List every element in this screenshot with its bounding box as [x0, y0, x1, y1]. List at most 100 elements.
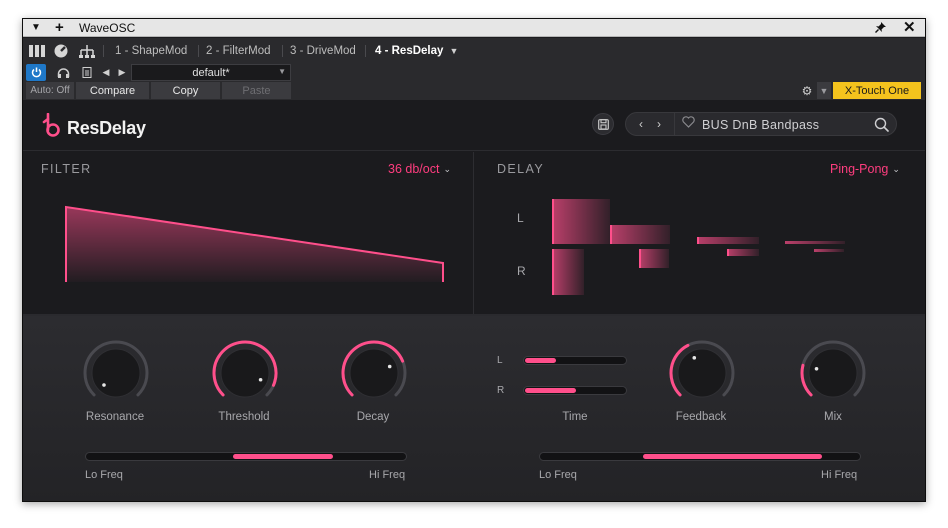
delay-tap	[639, 249, 669, 268]
tab-drivemod[interactable]: 3 - DriveMod	[282, 41, 364, 61]
mix-knob[interactable]	[800, 340, 866, 398]
delay-tap	[610, 225, 670, 244]
menu-chevron-icon[interactable]: ▼	[31, 20, 41, 36]
automation-toggle[interactable]: Auto: Off	[26, 82, 74, 99]
delay-freq-range-fill[interactable]	[642, 454, 822, 459]
delay-tap	[814, 249, 844, 252]
time-right-fill	[525, 388, 576, 393]
threshold-knob[interactable]	[212, 340, 278, 398]
knob-indicator	[387, 364, 392, 369]
delay-tap	[727, 249, 759, 256]
delay-tap	[785, 241, 845, 244]
close-icon[interactable]: ✕	[903, 20, 916, 36]
time-left-fill	[525, 358, 556, 363]
tab-filtermod[interactable]: 2 - FilterMod	[198, 41, 279, 61]
next-arrow-icon[interactable]: ▶	[115, 64, 129, 81]
section-divider	[473, 152, 474, 314]
delay-lo-freq-label: Lo Freq	[539, 469, 577, 481]
time-left-slider[interactable]	[523, 356, 627, 365]
prev-arrow-icon[interactable]: ◀	[99, 64, 113, 81]
knob-body	[808, 348, 858, 398]
search-icon[interactable]	[873, 116, 891, 134]
plugin-preset-name[interactable]: BUS DnB Bandpass	[702, 118, 819, 132]
tab-divider	[103, 45, 104, 57]
dial-icon[interactable]	[50, 41, 72, 61]
delay-tap-edge	[552, 199, 554, 244]
delay-tap-edge	[610, 225, 612, 244]
controller-badge[interactable]: X-Touch One	[833, 82, 921, 99]
mix-label: Mix	[824, 411, 842, 423]
threshold-label: Threshold	[218, 411, 270, 423]
feedback-knob[interactable]	[669, 340, 735, 398]
plus-icon[interactable]: +	[55, 20, 64, 36]
plugin-tab-row: 1 - ShapeMod 2 - FilterMod 3 - DriveMod …	[23, 38, 925, 64]
meter-icon[interactable]	[26, 41, 48, 61]
gear-icon[interactable]: ⚙	[799, 82, 815, 99]
prev-preset-icon[interactable]: ‹	[634, 116, 648, 132]
plugin-body: ResDelay ‹ › BUS DnB Bandpass FILTER 36 …	[23, 100, 925, 501]
delay-tap-display	[552, 199, 845, 295]
brand-logo-icon	[42, 113, 60, 137]
routing-icon[interactable]	[76, 41, 98, 61]
compare-row: Auto: Off Compare Copy Paste ⚙ ▼ X-Touch…	[23, 82, 925, 100]
browser-divider	[674, 113, 675, 135]
knob-body	[220, 348, 270, 398]
heart-icon[interactable]	[682, 116, 695, 128]
resonance-label: Resonance	[85, 411, 145, 423]
delay-tap-edge	[697, 237, 699, 244]
filter-curve-fill	[66, 207, 443, 282]
plugin-name: ResDelay	[67, 118, 146, 138]
delay-tap-edge	[552, 249, 554, 295]
time-right-label: R	[497, 385, 505, 396]
feedback-label: Feedback	[675, 411, 727, 423]
headphone-icon[interactable]	[50, 64, 76, 81]
tab-overflow-chevron-icon[interactable]: ▼	[443, 41, 465, 61]
delay-taps-right	[552, 249, 844, 295]
resonance-knob[interactable]	[83, 340, 149, 398]
next-preset-icon[interactable]: ›	[652, 116, 666, 132]
delay-tap	[552, 249, 584, 295]
knob-body	[349, 348, 399, 398]
tab-divider	[365, 45, 366, 57]
preset-browser: ‹ › BUS DnB Bandpass	[625, 112, 897, 136]
knob-indicator	[102, 383, 106, 387]
settings-chevron-icon[interactable]: ▼	[817, 82, 831, 99]
time-label: Time	[562, 411, 588, 423]
preset-file-icon[interactable]	[79, 64, 95, 81]
delay-tap-edge	[727, 249, 729, 256]
knob-layer	[83, 340, 866, 398]
knob-indicator	[692, 356, 697, 360]
delay-tap	[697, 237, 759, 244]
pin-icon[interactable]	[875, 20, 888, 38]
power-icon[interactable]	[26, 64, 46, 81]
delay-taps-left	[552, 199, 845, 244]
compare-button[interactable]: Compare	[76, 82, 150, 99]
plugin-window: ▼ + WaveOSC ✕ 1 - ShapeMod 2 - FilterMod…	[22, 18, 926, 502]
plugin-header: ResDelay ‹ › BUS DnB Bandpass	[23, 100, 925, 151]
delay-hi-freq-label: Hi Freq	[821, 469, 858, 481]
time-left-label: L	[497, 355, 503, 366]
knob-indicator	[258, 377, 263, 382]
delay-tap	[552, 199, 610, 244]
tab-shapemod[interactable]: 1 - ShapeMod	[107, 41, 195, 61]
preset-row: ◀ ▶ default* ▼	[23, 64, 925, 82]
delay-freq-range-slider[interactable]	[539, 452, 861, 461]
time-right-slider[interactable]	[523, 386, 627, 395]
filter-freq-range-fill[interactable]	[233, 454, 334, 459]
knob-indicator	[814, 366, 819, 371]
paste-button[interactable]: Paste	[222, 82, 292, 99]
delay-tap-edge	[639, 249, 641, 268]
decay-label: Decay	[356, 411, 390, 423]
save-icon[interactable]	[592, 113, 614, 135]
dropdown-chevron-icon: ▼	[278, 67, 286, 76]
tab-resdelay[interactable]: 4 - ResDelay	[367, 41, 451, 61]
host-toolbar: 1 - ShapeMod 2 - FilterMod 3 - DriveMod …	[23, 38, 925, 100]
title-bar: ▼ + WaveOSC ✕	[23, 19, 925, 37]
host-preset-select[interactable]: default* ▼	[131, 64, 291, 81]
host-preset-name: default*	[192, 66, 230, 79]
decay-knob[interactable]	[341, 340, 407, 398]
window-title: WaveOSC	[79, 21, 136, 35]
copy-button[interactable]: Copy	[151, 82, 221, 99]
filter-freq-range-slider[interactable]	[85, 452, 407, 461]
knob-body	[677, 348, 727, 398]
